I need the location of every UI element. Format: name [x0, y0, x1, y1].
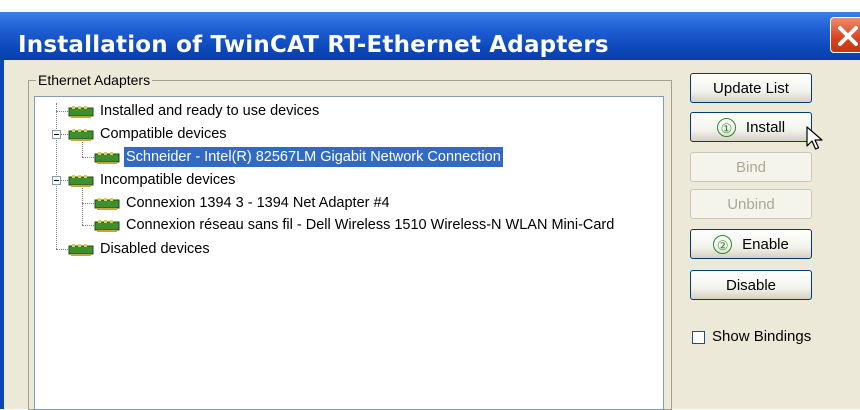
show-bindings-label[interactable]: Show Bindings: [712, 328, 811, 345]
tree-node-label: Schneider - Intel(R) 82567LM Gigabit Net…: [123, 146, 504, 168]
step-2-marker: ②: [713, 234, 733, 254]
tree-line: [56, 249, 68, 250]
tree-node-wireless[interactable]: Connexion réseau sans fil - Dell Wireles…: [94, 215, 616, 235]
tree-line: [82, 203, 94, 204]
network-adapter-icon: [94, 220, 120, 232]
collapse-compatible-expander-icon[interactable]: [52, 130, 61, 139]
update-list-button[interactable]: Update List: [690, 73, 812, 103]
tree-node-label: Connexion réseau sans fil - Dell Wireles…: [126, 217, 615, 233]
close-icon: [838, 26, 858, 46]
tree-node-installed[interactable]: Installed and ready to use devices: [68, 101, 321, 121]
window-title: Installation of TwinCAT RT-Ethernet Adap…: [18, 32, 609, 58]
tree-line: [82, 157, 94, 158]
enable-label: Enable: [742, 235, 789, 253]
close-button[interactable]: [830, 17, 860, 53]
adapter-tree[interactable]: Installed and ready to use devices Compa…: [34, 96, 664, 410]
bind-button[interactable]: Bind: [690, 152, 812, 182]
unbind-button[interactable]: Unbind: [690, 189, 812, 219]
tree-node-connexion-1394[interactable]: Connexion 1394 3 - 1394 Net Adapter #4: [94, 193, 392, 213]
step-1-marker: ①: [716, 117, 736, 137]
tree-node-label: Installed and ready to use devices: [100, 103, 320, 119]
title-bar[interactable]: Installation of TwinCAT RT-Ethernet Adap…: [0, 12, 860, 60]
tree-line: [61, 180, 68, 181]
tree-line: [56, 111, 68, 112]
disable-label: Disable: [725, 276, 777, 294]
tree-node-compatible[interactable]: Compatible devices: [68, 124, 229, 144]
tree-line: [82, 225, 94, 226]
tree-node-incompatible[interactable]: Incompatible devices: [68, 170, 237, 190]
tree-node-schneider-adapter[interactable]: Schneider - Intel(R) 82567LM Gigabit Net…: [94, 146, 504, 168]
network-adapter-icon: [68, 106, 94, 118]
disable-button[interactable]: Disable: [690, 270, 812, 300]
tree-line: [82, 142, 83, 157]
network-adapter-icon: [68, 129, 94, 141]
update-list-label: Update List: [713, 79, 789, 97]
show-bindings-checkbox[interactable]: [692, 331, 705, 344]
background-strip: [0, 0, 860, 12]
network-adapter-icon: [68, 244, 94, 256]
network-adapter-icon: [94, 198, 120, 210]
tree-node-label: Disabled devices: [100, 241, 210, 257]
group-label: Ethernet Adapters: [36, 72, 153, 88]
collapse-incompatible-expander-icon[interactable]: [52, 176, 61, 185]
network-adapter-icon: [94, 152, 120, 164]
install-label: Install: [745, 118, 786, 136]
tree-node-label: Incompatible devices: [100, 172, 236, 188]
network-adapter-icon: [68, 175, 94, 187]
install-button[interactable]: ① Install: [690, 112, 812, 142]
tree-line: [61, 134, 68, 135]
bind-label: Bind: [735, 158, 767, 176]
enable-button[interactable]: ② Enable: [690, 229, 812, 259]
tree-line: [82, 188, 83, 225]
tree-node-label: Connexion 1394 3 - 1394 Net Adapter #4: [126, 195, 390, 211]
tree-node-label: Compatible devices: [100, 126, 227, 142]
mouse-cursor-icon: [806, 126, 823, 150]
unbind-label: Unbind: [727, 195, 775, 213]
tree-node-disabled[interactable]: Disabled devices: [68, 239, 212, 259]
